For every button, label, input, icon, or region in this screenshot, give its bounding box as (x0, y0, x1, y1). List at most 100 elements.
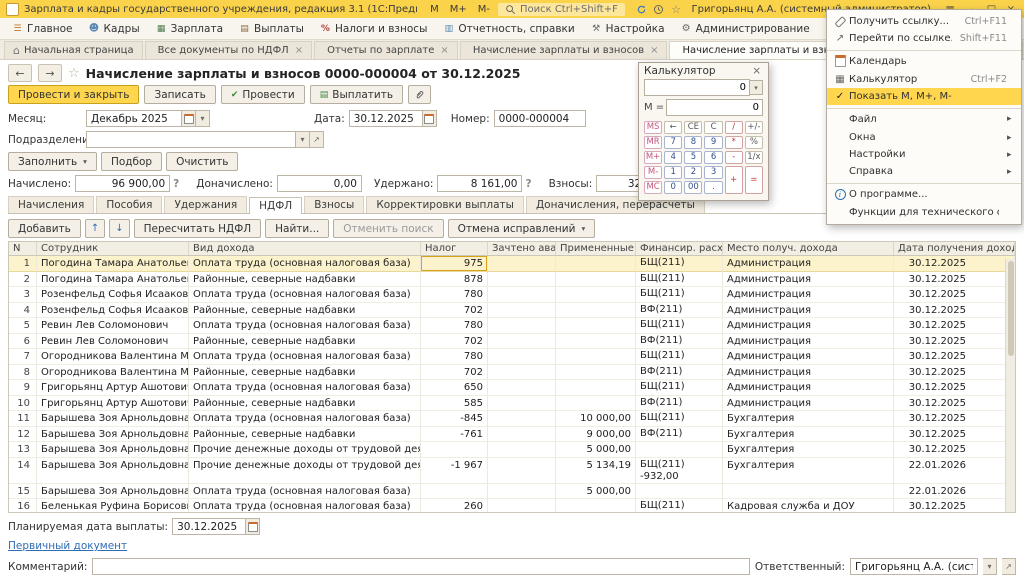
cell-applied-deductions[interactable]: 5 000,00 (556, 442, 636, 458)
table-row[interactable]: 4 Розенфельд Софья Исааковна Районные, с… (9, 303, 1015, 319)
cell-employee[interactable]: Беленькая Руфина Борисовна (37, 499, 189, 512)
cell-financing[interactable]: БЩ(211) -932,00 ВФ(211) -1 035,00 (636, 458, 723, 484)
cell-income-date[interactable]: 22.01.2026 (894, 458, 1015, 484)
tab-close-icon[interactable]: × (438, 45, 448, 56)
cell-income-date[interactable]: 30.12.2025 (894, 499, 1015, 512)
cell-employee[interactable]: Розенфельд Софья Исааковна (37, 303, 189, 319)
cell-income-date[interactable]: 30.12.2025 (894, 287, 1015, 303)
cell-income-date[interactable]: 30.12.2025 (894, 272, 1015, 288)
cell-applied-deductions[interactable] (556, 287, 636, 303)
cell-income-date[interactable]: 30.12.2025 (894, 427, 1015, 443)
cell-advance-offset[interactable] (488, 458, 556, 484)
tab-close-icon[interactable]: × (648, 45, 658, 56)
calculator-button[interactable]: 7 (664, 136, 682, 149)
service-menu-item[interactable]: Справка ▸ (827, 163, 1021, 180)
responsible-open-icon[interactable]: ↗ (1002, 558, 1016, 575)
cell-employee[interactable]: Барышева Зоя Арнольдовна (37, 427, 189, 443)
table-row[interactable]: 14 Барышева Зоя Арнольдовна Прочие денеж… (9, 458, 1015, 484)
cell-income-date[interactable]: 30.12.2025 (894, 349, 1015, 365)
cell-row-number[interactable]: 1 (9, 256, 37, 272)
cell-income-place[interactable]: Администрация (723, 287, 894, 303)
calculator-button[interactable]: MR (644, 136, 662, 149)
cell-income-type[interactable]: Оплата труда (основная налоговая база) (189, 318, 421, 334)
cell-tax[interactable]: 975 (421, 256, 488, 272)
calculator-button[interactable]: 9 (704, 136, 722, 149)
service-menu-item[interactable]: Файл ▸ (827, 108, 1021, 129)
department-open-icon[interactable]: ↗ (310, 131, 324, 148)
calculator-button[interactable]: 8 (684, 136, 702, 149)
cell-applied-deductions[interactable]: 10 000,00 (556, 411, 636, 427)
table-row[interactable]: 16 Беленькая Руфина Борисовна Оплата тру… (9, 499, 1015, 512)
cell-row-number[interactable]: 2 (9, 272, 37, 288)
responsible-input[interactable] (850, 558, 978, 575)
cell-financing[interactable]: БЩ(211) (636, 256, 723, 272)
cell-financing[interactable] (636, 484, 723, 500)
document-tab[interactable]: Пособия (96, 196, 162, 213)
cell-income-date[interactable]: 30.12.2025 (894, 442, 1015, 458)
menu-section-item[interactable]: Настройка (583, 21, 673, 37)
document-tab[interactable]: Начисления (8, 196, 94, 213)
calculator-button[interactable]: 5 (684, 151, 702, 164)
additional-value[interactable] (277, 175, 362, 192)
calculator-button[interactable]: +/- (745, 121, 763, 134)
cell-income-place[interactable]: Бухгалтерия (723, 411, 894, 427)
cell-tax[interactable]: 260 (421, 499, 488, 512)
document-tab[interactable]: Корректировки выплаты (366, 196, 524, 213)
cell-income-type[interactable]: Районные, северные надбавки (189, 365, 421, 381)
cell-row-number[interactable]: 7 (9, 349, 37, 365)
cell-income-place[interactable]: Бухгалтерия (723, 458, 894, 484)
cell-advance-offset[interactable] (488, 303, 556, 319)
cell-employee[interactable]: Барышева Зоя Арнольдовна (37, 411, 189, 427)
cell-tax[interactable]: -845 (421, 411, 488, 427)
cancel-corrections-button[interactable]: Отмена исправлений▾ (448, 219, 596, 238)
cell-income-place[interactable]: Кадровая служба и ДОУ (723, 499, 894, 512)
post-button[interactable]: Провести (221, 85, 305, 104)
move-down-icon[interactable]: ↓ (109, 219, 129, 238)
add-row-button[interactable]: Добавить (8, 219, 81, 238)
cell-advance-offset[interactable] (488, 256, 556, 272)
service-menu-item[interactable]: Калькулятор Ctrl+F2 ▸ (827, 71, 1021, 88)
cell-financing[interactable]: ВФ(211) (636, 427, 723, 443)
calculator-button[interactable]: . (704, 181, 722, 194)
cell-applied-deductions[interactable] (556, 396, 636, 412)
cell-applied-deductions[interactable] (556, 380, 636, 396)
withheld-help-icon[interactable]: ? (525, 178, 531, 190)
cell-income-date[interactable]: 30.12.2025 (894, 303, 1015, 319)
planned-date-input[interactable] (172, 518, 246, 535)
calculator-button[interactable]: = (745, 166, 763, 194)
cell-income-type[interactable]: Оплата труда (основная налоговая база) (189, 349, 421, 365)
cell-income-place[interactable]: Администрация (723, 349, 894, 365)
cell-employee[interactable]: Барышева Зоя Арнольдовна (37, 458, 189, 484)
cell-row-number[interactable]: 12 (9, 427, 37, 443)
cell-advance-offset[interactable] (488, 287, 556, 303)
calculator-button[interactable]: 3 (704, 166, 722, 179)
service-menu-item[interactable]: Настройки ▸ (827, 146, 1021, 163)
document-tab[interactable]: Взносы (304, 196, 364, 213)
cell-tax[interactable]: 780 (421, 287, 488, 303)
cell-advance-offset[interactable] (488, 334, 556, 350)
history-icon[interactable] (652, 3, 665, 16)
calculator-button[interactable]: + (725, 166, 743, 194)
cell-tax[interactable] (421, 442, 488, 458)
save-button[interactable]: Записать (144, 85, 215, 104)
cell-employee[interactable]: Григорьянц Артур Ашотович (37, 396, 189, 412)
cell-row-number[interactable]: 14 (9, 458, 37, 484)
cell-income-date[interactable]: 30.12.2025 (894, 396, 1015, 412)
cell-financing[interactable]: БЩ(211) (636, 272, 723, 288)
service-menu-item[interactable]: Перейти по ссылке... Shift+F11 ▸ (827, 30, 1021, 47)
calculator-button[interactable]: MS (644, 121, 662, 134)
cell-row-number[interactable]: 15 (9, 484, 37, 500)
accrued-help-icon[interactable]: ? (173, 178, 179, 190)
fill-button[interactable]: Заполнить▾ (8, 152, 97, 171)
cell-advance-offset[interactable] (488, 380, 556, 396)
table-row[interactable]: 7 Огородникова Валентина Матвеевна Оплат… (9, 349, 1015, 365)
pick-button[interactable]: Подбор (101, 152, 162, 171)
calculator-button[interactable]: 1/x (745, 151, 763, 164)
cell-employee[interactable]: Розенфельд Софья Исааковна (37, 287, 189, 303)
tab-close-icon[interactable]: × (293, 45, 303, 56)
calculator-button[interactable]: M+ (644, 151, 662, 164)
cell-income-date[interactable]: 30.12.2025 (894, 334, 1015, 350)
primary-document-link[interactable]: Первичный документ (8, 540, 127, 552)
table-row[interactable]: 5 Ревин Лев Соломонович Оплата труда (ос… (9, 318, 1015, 334)
cell-advance-offset[interactable] (488, 411, 556, 427)
